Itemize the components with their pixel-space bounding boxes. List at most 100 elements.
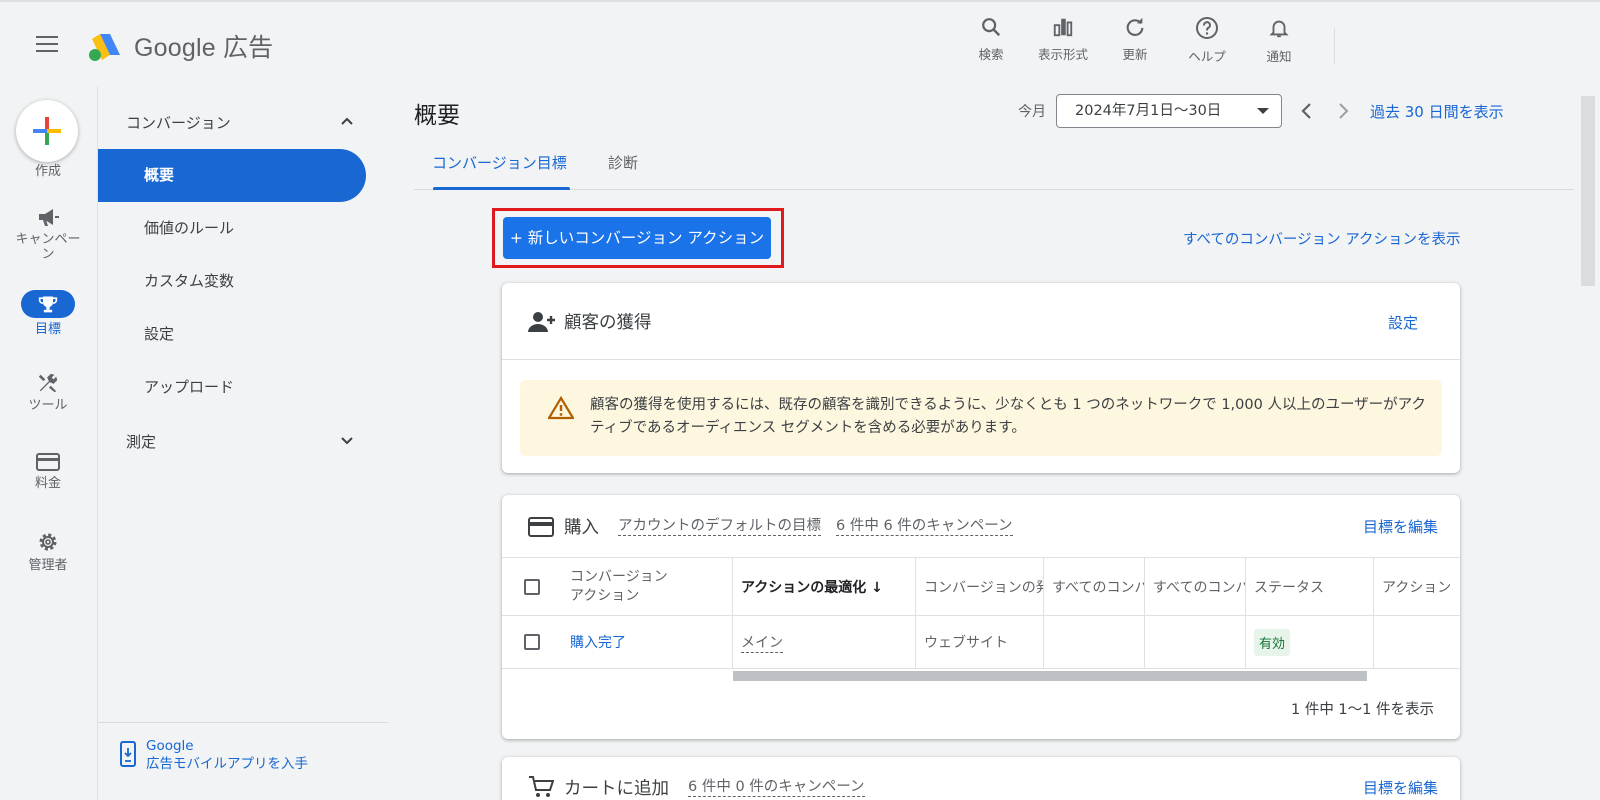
optimization-value[interactable]: メイン [741, 632, 783, 653]
row-select-cell [502, 616, 562, 668]
chevron-left-icon[interactable] [1296, 100, 1318, 122]
subnav-item-overview[interactable]: 概要 [98, 149, 366, 202]
section-measurement[interactable]: 測定 [126, 431, 354, 452]
chevron-down-icon [341, 437, 353, 445]
refresh-icon [1126, 17, 1144, 36]
card-title: 購入 [564, 518, 599, 538]
appearance-label: 表示形式 [1037, 47, 1088, 62]
purchase-goal-card: 購入 アカウントのデフォルトの目標 6 件中 6 件のキャンペーン 目標を編集 … [502, 495, 1460, 739]
header-status[interactable]: ステータス [1245, 558, 1373, 615]
mobile-app-promo: Google 広告モバイルアプリを入手 [98, 722, 388, 800]
section-conversions[interactable]: コンバージョン [126, 112, 354, 133]
credit-card-icon [528, 517, 554, 537]
tab-diagnostics[interactable]: 診断 [608, 152, 638, 173]
horizontal-scrollbar[interactable] [733, 671, 1367, 681]
rail-item-billing[interactable]: 料金 [0, 452, 96, 491]
cell-all-value [1144, 616, 1245, 668]
settings-link[interactable]: 設定 [1388, 312, 1418, 333]
megaphone-icon [39, 209, 59, 226]
search-label: 検索 [978, 47, 1004, 62]
mobile-app-link[interactable]: Google 広告モバイルアプリを入手 [146, 737, 308, 773]
tab-conversion-goals[interactable]: コンバージョン目標 [432, 152, 567, 173]
rail-label-goals: 目標 [34, 322, 61, 337]
header-select-cell [502, 558, 562, 615]
conversion-table: コンバージョン アクション アクションの最適化 ↓ コンバージョンの発生元 すべ… [502, 557, 1460, 669]
chevron-right-icon[interactable] [1332, 100, 1354, 122]
header-conversion-source[interactable]: コンバージョンの発生元 [915, 558, 1043, 615]
cart-icon [529, 776, 554, 797]
header-all-conversion-value[interactable]: すべてのコンバージョン値 [1144, 558, 1245, 615]
page-title: 概要 [414, 103, 460, 129]
date-range-area: 今月 2024年7月1日～30日 過去 30 日間を表示 [1018, 94, 1504, 128]
rail-label-billing: 料金 [34, 476, 61, 491]
subnav-item-value-rules[interactable]: 価値のルール [98, 202, 366, 255]
view-all-conversion-actions-link[interactable]: すべてのコンバージョン アクションを表示 [1183, 228, 1461, 249]
tabs: コンバージョン目標 診断 [414, 142, 1574, 190]
cell-conversion-name: 購入完了 [562, 616, 732, 668]
campaign-count-chip[interactable]: 6 件中 0 件のキャンペーン [688, 778, 865, 797]
subnav-item-uploads[interactable]: アップロード [98, 361, 366, 414]
help-icon [1196, 17, 1218, 39]
card-title: カートに追加 [564, 779, 669, 799]
rail-item-goals[interactable]: 目標 [0, 290, 96, 337]
goals-pill [21, 290, 75, 318]
create-label: 作成 [34, 164, 61, 179]
menu-icon[interactable] [36, 36, 58, 54]
rail-label-tools: ツール [28, 398, 68, 413]
credit-card-icon [36, 453, 60, 471]
subnav-item-settings[interactable]: 設定 [98, 308, 366, 361]
new-conversion-action-button[interactable]: + 新しいコンバージョン アクション [503, 217, 771, 259]
trophy-icon [38, 296, 58, 313]
conversions-subnav: コンバージョン 概要 価値のルール カスタム変数 設定 アップロード 測定 Go… [97, 86, 388, 800]
rail-item-campaigns[interactable]: キャンペーン [0, 206, 96, 262]
cell-all-conversions [1043, 616, 1144, 668]
status-badge: 有効 [1254, 628, 1291, 656]
warning-icon [548, 396, 574, 420]
date-prefix: 今月 [1018, 104, 1046, 120]
rail-create-label[interactable]: 作成 [0, 160, 96, 179]
rail-label-admin: 管理者 [28, 558, 68, 573]
refresh-button[interactable]: 更新 [1099, 16, 1171, 65]
edit-goal-link[interactable]: 目標を編集 [1363, 516, 1438, 537]
top-divider [1334, 28, 1335, 64]
mobile-app-line1: Google [146, 738, 194, 754]
mobile-app-line2: 広告モバイルアプリを入手 [146, 756, 308, 772]
section-conversions-label: コンバージョン [126, 114, 231, 132]
add-to-cart-goal-card: カートに追加 6 件中 0 件のキャンペーン 目標を編集 [502, 757, 1460, 800]
select-all-checkbox[interactable] [524, 578, 540, 595]
appearance-button[interactable]: 表示形式 [1027, 16, 1099, 65]
active-tab-underline [433, 187, 570, 190]
conversion-action-link[interactable]: 購入完了 [570, 632, 626, 652]
date-range-select[interactable]: 2024年7月1日～30日 [1056, 94, 1282, 128]
card-header: 購入 アカウントのデフォルトの目標 6 件中 6 件のキャンペーン 目標を編集 [502, 495, 1460, 556]
header-conversion-action[interactable]: コンバージョン アクション [562, 558, 732, 615]
warning-text: 顧客の獲得を使用するには、既存の顧客を識別できるように、少なくとも 1 つのネッ… [590, 397, 1426, 436]
notifications-button[interactable]: 通知 [1243, 16, 1315, 65]
date-range-value: 2024年7月1日～30日 [1075, 103, 1222, 119]
rail-item-admin[interactable]: 管理者 [0, 530, 96, 573]
table-header: コンバージョン アクション アクションの最適化 ↓ コンバージョンの発生元 すべ… [502, 557, 1460, 616]
rail-item-tools[interactable]: ツール [0, 372, 96, 413]
create-button[interactable] [16, 100, 78, 162]
edit-goal-link[interactable]: 目標を編集 [1363, 777, 1438, 798]
header-all-conversions[interactable]: すべてのコンバージョン [1043, 558, 1144, 615]
header-action-optimization[interactable]: アクションの最適化 ↓ [732, 558, 915, 615]
google-ads-logo[interactable]: Google 広告 [88, 28, 273, 64]
logo-text: Google 広告 [134, 34, 274, 62]
cell-optimization: メイン [732, 616, 915, 668]
chevron-up-icon [341, 117, 353, 125]
search-icon [982, 18, 1001, 37]
caret-down-icon [1257, 108, 1269, 114]
search-button[interactable]: 検索 [955, 16, 1027, 65]
campaign-count-chip[interactable]: 6 件中 6 件のキャンペーン [836, 517, 1013, 536]
notifications-label: 通知 [1266, 49, 1292, 64]
vertical-scrollbar[interactable] [1581, 96, 1595, 286]
default-goal-chip[interactable]: アカウントのデフォルトの目標 [618, 517, 821, 536]
help-button[interactable]: ヘルプ [1171, 16, 1243, 65]
subnav-item-custom-variables[interactable]: カスタム変数 [98, 255, 366, 308]
phone-download-icon [120, 741, 136, 767]
row-checkbox[interactable] [524, 634, 540, 650]
card-header: 顧客の獲得 設定 [502, 283, 1460, 360]
last-30-days-link[interactable]: 過去 30 日間を表示 [1370, 101, 1504, 122]
header-action[interactable]: アクション [1373, 558, 1460, 615]
